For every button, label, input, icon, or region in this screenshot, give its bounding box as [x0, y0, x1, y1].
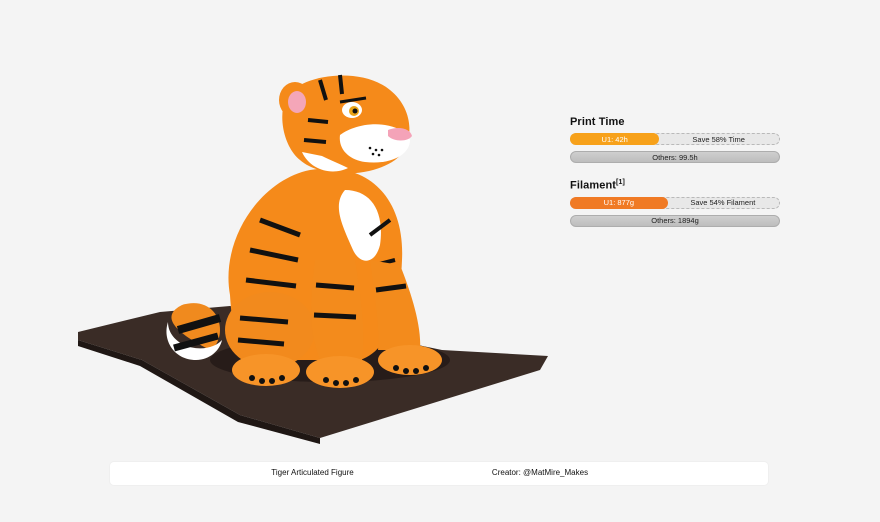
- print-time-title-text: Print Time: [570, 116, 625, 128]
- product-image: [70, 60, 560, 450]
- print-time-u1-fill: U1: 42h: [570, 133, 660, 145]
- print-time-u1-bar: U1: 42h Save 58% Time: [570, 133, 780, 145]
- creator-credit: Creator: @MatMire_Makes: [491, 468, 589, 477]
- print-time-others-bar: Others: 99.5h: [570, 151, 780, 163]
- print-time-title: Print Time: [570, 116, 780, 128]
- print-time-save-label: Save 58% Time: [692, 134, 745, 144]
- filament-title: Filament[1]: [570, 179, 780, 192]
- comparison-panel: Print Time U1: 42h Save 58% Time Others:…: [570, 116, 780, 233]
- filament-title-text: Filament: [570, 179, 617, 192]
- print-time-u1-label: U1: 42h: [601, 134, 628, 144]
- filament-save-label: Save 54% Filament: [690, 198, 756, 208]
- tiger-figure-illustration: [78, 74, 548, 444]
- print-time-others-label: Others: 99.5h: [652, 152, 698, 162]
- model-info-bar: Tiger Articulated Figure Creator: @MatMi…: [110, 462, 768, 485]
- filament-u1-label: U1: 877g: [603, 198, 635, 208]
- filament-u1-bar: U1: 877g Save 54% Filament: [570, 196, 780, 209]
- filament-others-label: Others: 1894g: [651, 216, 699, 226]
- filament-footnote: [1]: [616, 179, 625, 186]
- filament-u1-fill: U1: 877g: [570, 196, 668, 209]
- filament-others-bar: Others: 1894g: [570, 214, 780, 227]
